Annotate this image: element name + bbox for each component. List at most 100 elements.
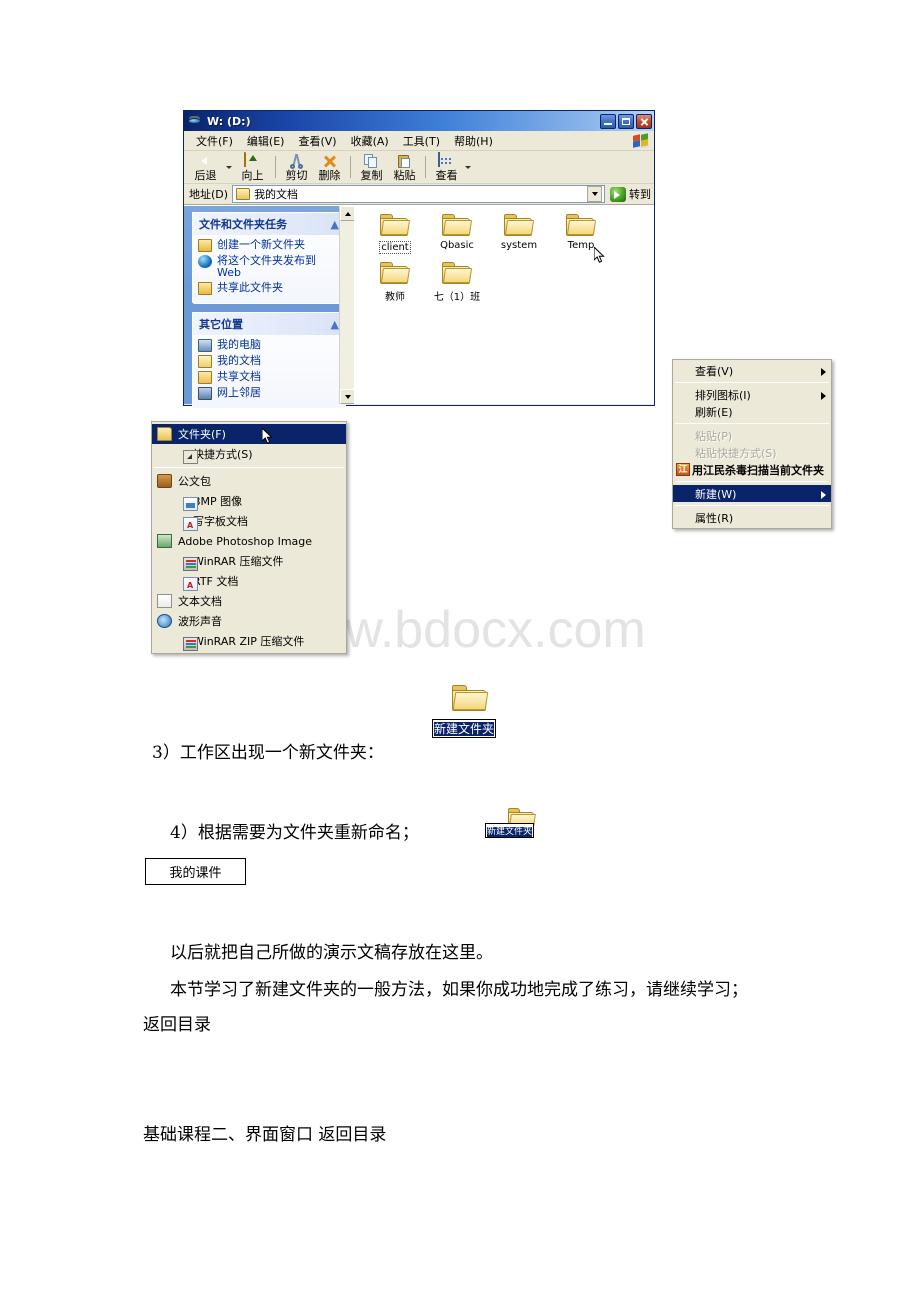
submenu-item-label: WinRAR ZIP 压缩文件 bbox=[193, 635, 305, 648]
panel-title: 其它位置 bbox=[199, 318, 243, 331]
menu-edit[interactable]: 编辑(E) bbox=[240, 131, 292, 151]
submenu-arrow-icon bbox=[821, 392, 826, 400]
context-separator bbox=[675, 423, 829, 424]
context-item-label: 新建(W) bbox=[695, 487, 737, 501]
maximize-button[interactable] bbox=[618, 113, 634, 129]
submenu-item-wordpad-document[interactable]: 写字板文档 bbox=[152, 511, 346, 531]
file-folder-tasks-panel: 文件和文件夹任务 ▲ 创建一个新文件夹 将这个文件夹发布到 Web 共享此文件夹 bbox=[192, 212, 346, 304]
submenu-item-winrar-zip-archive[interactable]: WinRAR ZIP 压缩文件 bbox=[152, 631, 346, 651]
task-create-new-folder[interactable]: 创建一个新文件夹 bbox=[198, 239, 340, 252]
new-submenu: 文件夹(F) 快捷方式(S) 公文包 BMP 图像 写字板文档 Adobe Ph… bbox=[151, 421, 347, 654]
my-documents-icon bbox=[198, 355, 212, 368]
context-item-view[interactable]: 查看(V) bbox=[673, 362, 831, 379]
place-shared-documents[interactable]: 共享文档 bbox=[198, 371, 340, 384]
place-label: 共享文档 bbox=[217, 370, 261, 383]
place-my-documents[interactable]: 我的文档 bbox=[198, 355, 340, 368]
up-icon bbox=[244, 152, 261, 169]
file-item[interactable]: system bbox=[488, 214, 550, 254]
text-file-icon bbox=[157, 594, 172, 608]
menu-file[interactable]: 文件(F) bbox=[189, 131, 240, 151]
place-network-places[interactable]: 网上邻居 bbox=[198, 387, 340, 400]
context-item-label: 用江民杀毒扫描当前文件夹 bbox=[692, 463, 824, 477]
toolbar-up-button[interactable]: 向上 bbox=[234, 152, 271, 183]
file-item[interactable]: 教师 bbox=[364, 262, 426, 303]
folder-icon bbox=[442, 214, 473, 238]
file-folder-tasks-header[interactable]: 文件和文件夹任务 ▲ bbox=[193, 213, 345, 235]
file-item[interactable]: Qbasic bbox=[426, 214, 488, 254]
context-item-properties[interactable]: 属性(R) bbox=[673, 509, 831, 526]
toolbar-view-button[interactable]: 查看 bbox=[430, 152, 463, 183]
submenu-item-briefcase[interactable]: 公文包 bbox=[152, 471, 346, 491]
context-item-new[interactable]: 新建(W) bbox=[673, 485, 831, 502]
view-dropdown-icon[interactable] bbox=[465, 165, 471, 169]
place-label: 网上邻居 bbox=[217, 386, 261, 399]
context-item-label: 粘贴快捷方式(S) bbox=[695, 446, 777, 460]
file-item[interactable]: client bbox=[364, 214, 426, 254]
folder-icon bbox=[566, 214, 597, 238]
go-button[interactable]: 转到 bbox=[610, 186, 651, 202]
scroll-down-icon[interactable] bbox=[340, 389, 355, 404]
context-item-jiangmin-scan[interactable]: 江 用江民杀毒扫描当前文件夹 bbox=[673, 461, 831, 478]
submenu-item-label: 公文包 bbox=[178, 475, 211, 488]
toolbar-separator bbox=[425, 156, 426, 178]
my-documents-icon bbox=[236, 188, 251, 200]
new-folder-name-step3: 新建文件夹 bbox=[434, 722, 495, 736]
submenu-item-winrar-archive[interactable]: WinRAR 压缩文件 bbox=[152, 551, 346, 571]
step4-text: 4）根据需要为文件夹重新命名； bbox=[170, 823, 419, 843]
chevron-up-icon[interactable]: ▲ bbox=[331, 318, 339, 331]
submenu-item-label: Adobe Photoshop Image bbox=[178, 534, 313, 548]
task-pane-scrollbar[interactable] bbox=[339, 206, 355, 404]
toolbar-delete-button[interactable]: 删除 bbox=[313, 152, 346, 183]
task-share-folder[interactable]: 共享此文件夹 bbox=[198, 282, 340, 295]
toolbar-view-label: 查看 bbox=[435, 169, 458, 182]
toolbar-back-label: 后退 bbox=[194, 169, 217, 182]
place-my-computer[interactable]: 我的电脑 bbox=[198, 339, 340, 352]
submenu-item-shortcut[interactable]: 快捷方式(S) bbox=[152, 444, 346, 464]
submenu-item-bmp-image[interactable]: BMP 图像 bbox=[152, 491, 346, 511]
network-places-icon bbox=[198, 387, 212, 400]
context-separator bbox=[675, 481, 829, 482]
menu-favorites[interactable]: 收藏(A) bbox=[344, 131, 396, 151]
context-item-label: 查看(V) bbox=[695, 364, 734, 378]
close-button[interactable] bbox=[636, 113, 652, 129]
submenu-item-photoshop-image[interactable]: Adobe Photoshop Image bbox=[152, 531, 346, 551]
new-folder-rename-box-step3[interactable]: 新建文件夹 bbox=[432, 719, 497, 738]
folder-icon bbox=[504, 214, 535, 238]
toolbar-paste-button[interactable]: 粘贴 bbox=[388, 152, 421, 183]
toolbar-paste-label: 粘贴 bbox=[393, 168, 416, 182]
address-input[interactable]: 我的文档 bbox=[232, 185, 605, 203]
context-item-arrange-icons[interactable]: 排列图标(I) bbox=[673, 386, 831, 403]
file-list-pane[interactable]: client Qbasic system Temp 教师 七（1）班 bbox=[354, 206, 654, 404]
title-bar: W: (D:) bbox=[184, 111, 654, 131]
other-places-panel: 其它位置 ▲ 我的电脑 我的文档 共享文档 网上邻居 bbox=[192, 312, 346, 409]
back-dropdown-icon[interactable] bbox=[226, 165, 232, 169]
minimize-button[interactable] bbox=[600, 113, 616, 129]
shortcut-icon bbox=[183, 450, 198, 464]
task-publish-to-web[interactable]: 将这个文件夹发布到 Web bbox=[198, 255, 340, 279]
submenu-item-folder[interactable]: 文件夹(F) bbox=[152, 424, 346, 444]
address-dropdown-icon[interactable] bbox=[587, 186, 602, 202]
new-folder-icon bbox=[198, 239, 212, 252]
submenu-arrow-icon bbox=[821, 368, 826, 376]
toolbar-up-label: 向上 bbox=[241, 169, 264, 182]
context-item-refresh[interactable]: 刷新(E) bbox=[673, 403, 831, 420]
submenu-item-wave-sound[interactable]: 波形声音 bbox=[152, 611, 346, 631]
toolbar-back-button[interactable]: 后退 bbox=[187, 152, 224, 183]
submenu-item-text-document[interactable]: 文本文档 bbox=[152, 591, 346, 611]
chevron-up-icon[interactable]: ▲ bbox=[331, 218, 339, 231]
submenu-item-rtf-document[interactable]: RTF 文档 bbox=[152, 571, 346, 591]
toolbar-copy-button[interactable]: 复制 bbox=[355, 152, 388, 183]
new-folder-rename-box-step4[interactable]: 新建文件夹 bbox=[485, 823, 535, 838]
menu-view[interactable]: 查看(V) bbox=[291, 131, 343, 151]
file-folder-tasks-body: 创建一个新文件夹 将这个文件夹发布到 Web 共享此文件夹 bbox=[193, 235, 345, 303]
menu-tools[interactable]: 工具(T) bbox=[396, 131, 447, 151]
toolbar-cut-button[interactable]: 剪切 bbox=[280, 152, 313, 183]
scroll-up-icon[interactable] bbox=[340, 206, 355, 221]
menu-help[interactable]: 帮助(H) bbox=[447, 131, 500, 151]
renamed-folder-label: 我的课件 bbox=[169, 866, 222, 881]
other-places-header[interactable]: 其它位置 ▲ bbox=[193, 313, 345, 335]
context-menu: 查看(V) 排列图标(I) 刷新(E) 粘贴(P) 粘贴快捷方式(S) 江 用江… bbox=[672, 359, 832, 529]
file-item[interactable]: 七（1）班 bbox=[426, 262, 488, 303]
back-icon bbox=[197, 153, 214, 169]
rtf-icon bbox=[183, 577, 198, 591]
